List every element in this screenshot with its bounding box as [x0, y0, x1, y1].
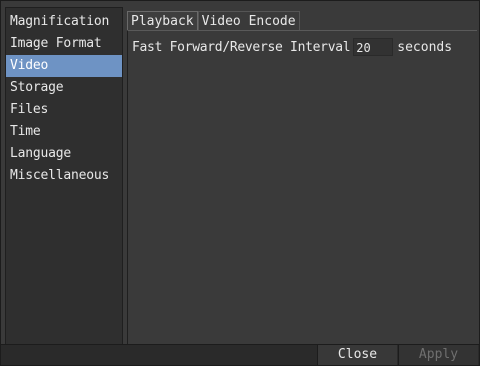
- interval-row: Fast Forward/Reverse Interval 20 seconds: [132, 37, 452, 57]
- sidebar-item-miscellaneous[interactable]: Miscellaneous: [6, 165, 122, 187]
- close-button[interactable]: Close: [317, 345, 397, 365]
- sidebar-item-files[interactable]: Files: [6, 99, 122, 121]
- settings-sidebar: Magnification Image Format Video Storage…: [5, 7, 123, 345]
- interval-input[interactable]: 20: [353, 38, 394, 56]
- playback-tab-panel: Fast Forward/Reverse Interval 20 seconds: [127, 30, 477, 345]
- sidebar-item-storage[interactable]: Storage: [6, 77, 122, 99]
- settings-main-panel: Playback Video Encode Fast Forward/Rever…: [125, 7, 477, 345]
- apply-button[interactable]: Apply: [398, 345, 478, 365]
- interval-label: Fast Forward/Reverse Interval: [132, 39, 351, 55]
- sidebar-item-image-format[interactable]: Image Format: [6, 33, 122, 55]
- settings-window: Magnification Image Format Video Storage…: [0, 0, 480, 366]
- tab-playback[interactable]: Playback: [127, 11, 198, 30]
- footer-bar: Close Apply: [1, 344, 479, 365]
- interval-unit: seconds: [397, 39, 453, 55]
- sidebar-item-video[interactable]: Video: [6, 55, 122, 77]
- tab-video-encode[interactable]: Video Encode: [197, 11, 300, 30]
- sidebar-item-magnification[interactable]: Magnification: [6, 11, 122, 33]
- tab-bar: Playback Video Encode: [127, 11, 300, 31]
- sidebar-item-language[interactable]: Language: [6, 143, 122, 165]
- sidebar-item-time[interactable]: Time: [6, 121, 122, 143]
